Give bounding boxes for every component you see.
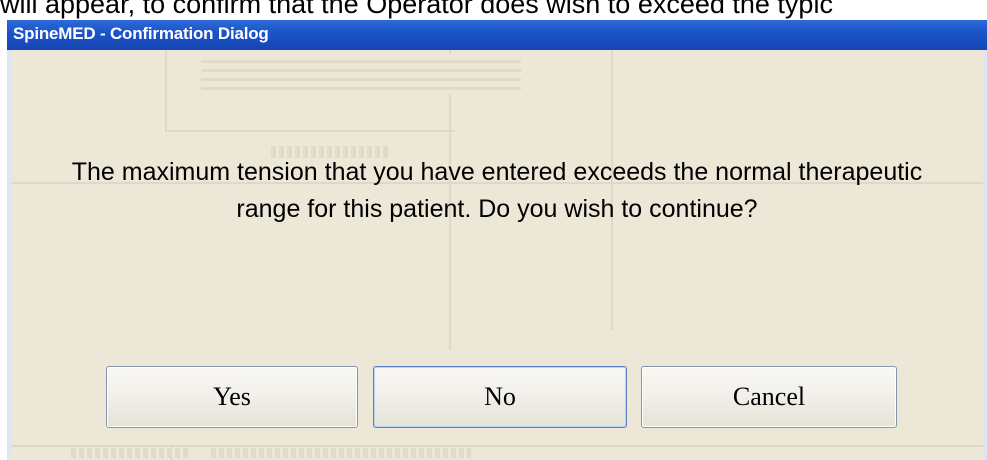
background-ghost-divider — [165, 50, 167, 130]
document-caption-text: will appear, to confirm that the Operato… — [0, 0, 833, 19]
yes-button[interactable]: Yes — [106, 366, 358, 428]
background-ghost-divider — [165, 130, 455, 132]
background-ghost-text — [71, 448, 191, 458]
dialog-body: The maximum tension that you have entere… — [11, 50, 983, 460]
confirmation-message: The maximum tension that you have entere… — [71, 158, 923, 223]
no-button[interactable]: No — [373, 366, 627, 428]
dialog-title: SpineMED - Confirmation Dialog — [13, 24, 269, 43]
cancel-button[interactable]: Cancel — [641, 366, 897, 428]
confirmation-dialog: SpineMED - Confirmation Dialog The maxim… — [7, 20, 987, 460]
background-ghost-text — [201, 54, 521, 94]
background-ghost-text — [211, 448, 471, 458]
background-ghost-divider — [11, 445, 983, 447]
dialog-titlebar[interactable]: SpineMED - Confirmation Dialog — [7, 20, 987, 50]
